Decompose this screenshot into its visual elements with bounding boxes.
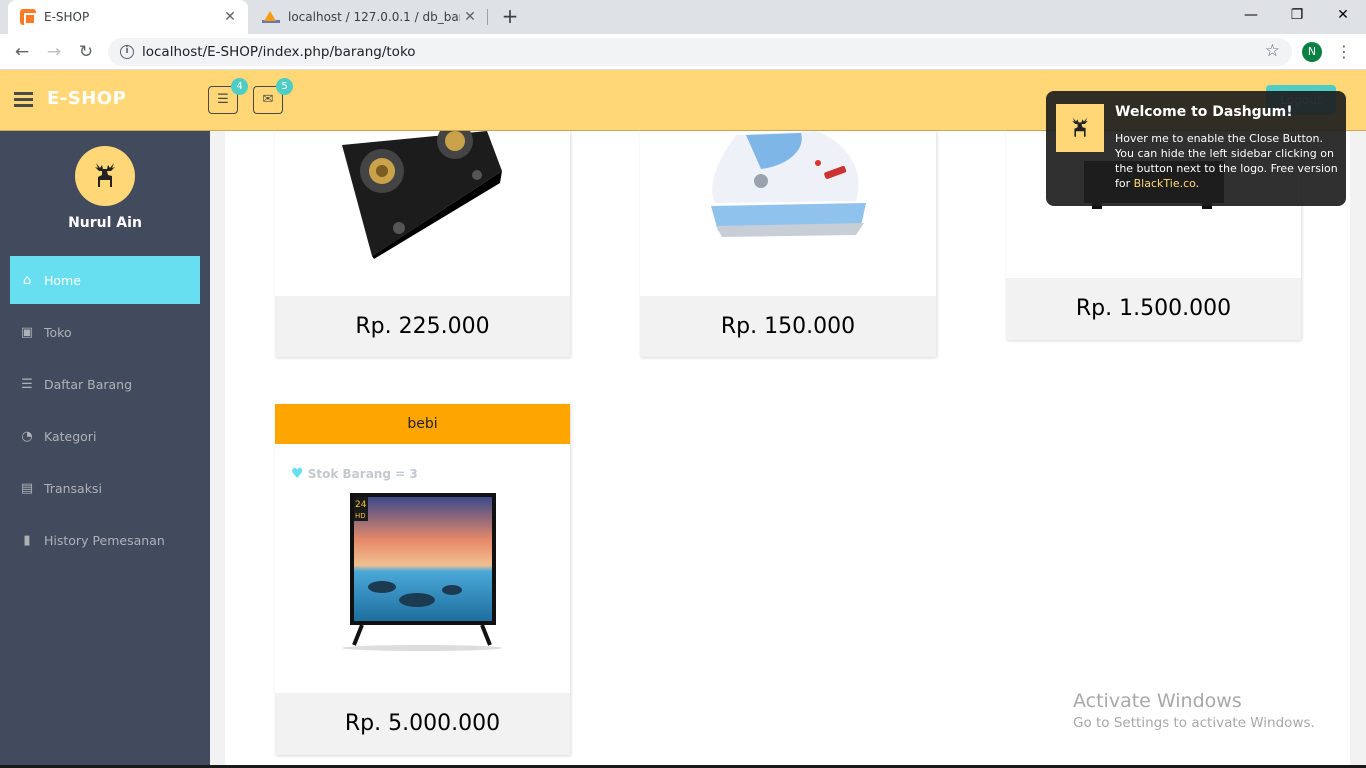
close-tab-icon[interactable]: ✕ [220, 9, 240, 25]
inbox-icon[interactable]: ✉ 5 [253, 78, 293, 114]
avatar[interactable] [75, 146, 135, 206]
back-icon[interactable]: ← [10, 40, 34, 64]
url-text[interactable]: localhost/E-SHOP/index.php/barang/toko [142, 44, 416, 60]
new-tab-button[interactable]: + [498, 4, 522, 28]
deer-icon [1072, 117, 1088, 137]
tasks-icon[interactable]: ☰ 4 [208, 78, 248, 114]
notification-end: . [1195, 177, 1200, 190]
stock-info: ♥ Stok Barang = 3 [291, 466, 418, 482]
tab-title: E-SHOP [44, 10, 90, 24]
inbox-badge: 5 [276, 78, 293, 95]
window-close-button[interactable]: ✕ [1320, 0, 1366, 30]
watermark-subtitle: Go to Settings to activate Windows. [1073, 715, 1315, 731]
sidebar: Nurul Ain ⌂ Home ▣ Toko ☰ Daftar Barang … [0, 131, 210, 768]
product-card[interactable]: Rp. 150.000 [640, 131, 936, 357]
dashboard-icon: ◔ [21, 428, 33, 444]
phpmyadmin-icon [262, 11, 280, 23]
brand-logo[interactable]: E-SHOP [47, 88, 126, 109]
stock-label: Stok Barang = 3 [307, 467, 418, 481]
sidebar-item-label: Kategori [44, 428, 97, 444]
reload-icon[interactable]: ↻ [74, 40, 98, 64]
browser-toolbar: ← → ↻ i localhost/E-SHOP/index.php/baran… [0, 34, 1366, 70]
product-card[interactable]: bebi ♥ Stok Barang = 3 24 HD Rp. 5.000.0… [275, 404, 570, 755]
product-price: Rp. 225.000 [275, 296, 570, 357]
television-image: 24 HD [342, 493, 502, 651]
gas-stove-image [342, 131, 502, 259]
address-bar[interactable]: i localhost/E-SHOP/index.php/barang/toko… [108, 38, 1292, 66]
home-icon: ⌂ [22, 272, 32, 288]
bookmark-icon: ▮ [23, 532, 31, 548]
xampp-icon [20, 9, 36, 25]
sidebar-toggle-icon[interactable] [14, 92, 33, 107]
forward-icon[interactable]: → [42, 40, 66, 64]
sidebar-item-transaksi[interactable]: ▤ Transaksi [10, 464, 200, 512]
profile-avatar[interactable]: N [1302, 42, 1322, 62]
product-price: Rp. 1.500.000 [1006, 278, 1301, 340]
watermark-title: Activate Windows [1073, 690, 1242, 712]
info-icon[interactable]: i [120, 45, 134, 59]
tab-title: localhost / 127.0.0.1 / db_barang [288, 10, 460, 24]
iron-image [711, 131, 866, 237]
notification-logo [1056, 104, 1104, 152]
money-icon: ▤ [20, 480, 34, 496]
product-price: Rp. 150.000 [640, 296, 936, 357]
product-category: bebi [275, 404, 570, 444]
browser-tab-bar: E-SHOP ✕ localhost / 127.0.0.1 / db_bara… [0, 0, 1366, 34]
product-card[interactable]: Rp. 225.000 [275, 131, 570, 357]
restore-button[interactable]: ❐ [1274, 0, 1320, 30]
briefcase-icon: ▣ [20, 324, 34, 340]
list-icon: ☰ [21, 376, 33, 392]
notification-text: Hover me to enable the Close Button. You… [1115, 131, 1339, 191]
bookmark-star-icon[interactable]: ☆ [1265, 41, 1280, 61]
tasks-badge: 4 [231, 78, 248, 95]
tab-divider [487, 9, 488, 25]
tab-phpmyadmin[interactable]: localhost / 127.0.0.1 / db_barang ✕ [250, 0, 488, 34]
product-price: Rp. 5.000.000 [275, 693, 570, 755]
minimize-button[interactable]: — [1228, 0, 1274, 30]
tab-eshop[interactable]: E-SHOP ✕ [8, 0, 248, 34]
user-name: Nurul Ain [68, 215, 142, 231]
sidebar-item-label: Home [44, 272, 81, 288]
deer-icon [95, 163, 115, 187]
blacktie-link[interactable]: BlackTie.co [1134, 177, 1196, 190]
welcome-notification[interactable]: Welcome to Dashgum! Hover me to enable t… [1046, 91, 1346, 206]
tv-size-badge: 24 [355, 500, 367, 510]
tv-hd-badge: HD [355, 512, 366, 520]
sidebar-item-home[interactable]: ⌂ Home [10, 256, 200, 304]
sidebar-item-label: Toko [44, 324, 72, 340]
windows-activation-watermark: Activate Windows Go to Settings to activ… [1073, 690, 1315, 731]
heart-icon: ♥ [291, 466, 304, 482]
sidebar-item-toko[interactable]: ▣ Toko [10, 308, 200, 356]
sidebar-item-daftar-barang[interactable]: ☰ Daftar Barang [10, 360, 200, 408]
notification-title: Welcome to Dashgum! [1115, 104, 1293, 120]
sidebar-item-history[interactable]: ▮ History Pemesanan [10, 516, 200, 564]
browser-menu-icon[interactable]: ⋮ [1336, 41, 1352, 63]
sidebar-item-label: History Pemesanan [44, 532, 165, 548]
sidebar-item-label: Daftar Barang [44, 376, 133, 392]
sidebar-item-kategori[interactable]: ◔ Kategori [10, 412, 200, 460]
close-tab-icon[interactable]: ✕ [460, 9, 480, 25]
sidebar-item-label: Transaksi [44, 480, 102, 496]
